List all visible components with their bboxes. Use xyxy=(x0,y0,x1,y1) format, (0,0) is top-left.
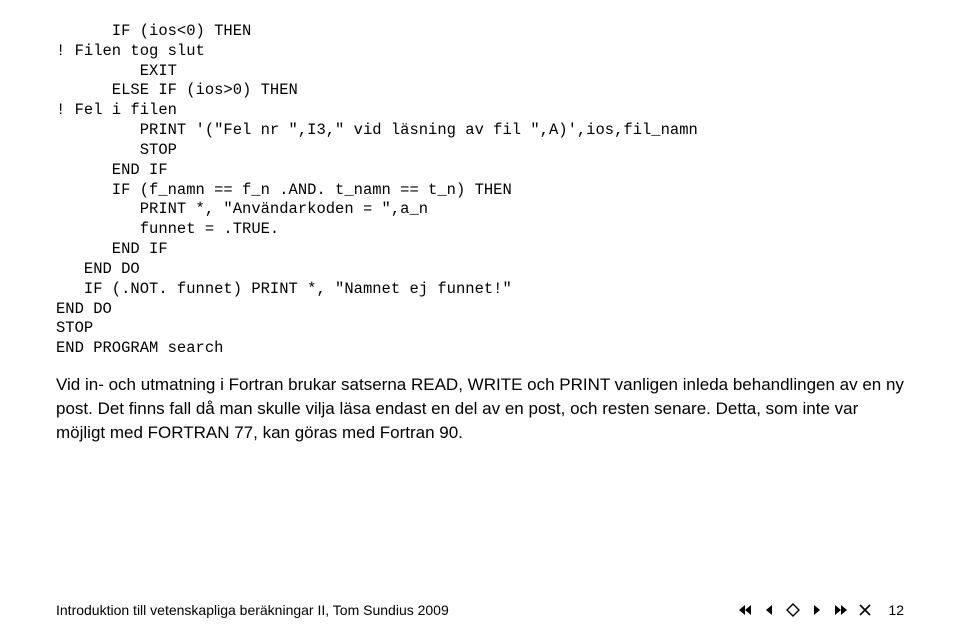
page-number: 12 xyxy=(882,602,904,618)
body-paragraph: Vid in- och utmatning i Fortran brukar s… xyxy=(56,373,904,445)
last-page-icon[interactable] xyxy=(834,603,848,617)
page: IF (ios<0) THEN ! Filen tog slut EXIT EL… xyxy=(0,0,960,640)
nav-controls: 12 xyxy=(738,602,904,618)
close-icon[interactable] xyxy=(858,603,872,617)
next-page-icon[interactable] xyxy=(810,603,824,617)
code-block: IF (ios<0) THEN ! Filen tog slut EXIT EL… xyxy=(56,22,904,359)
prev-page-icon[interactable] xyxy=(762,603,776,617)
first-page-icon[interactable] xyxy=(738,603,752,617)
diamond-icon[interactable] xyxy=(786,603,800,617)
footer-text: Introduktion till vetenskapliga beräknin… xyxy=(56,602,449,618)
footer: Introduktion till vetenskapliga beräknin… xyxy=(56,602,904,618)
